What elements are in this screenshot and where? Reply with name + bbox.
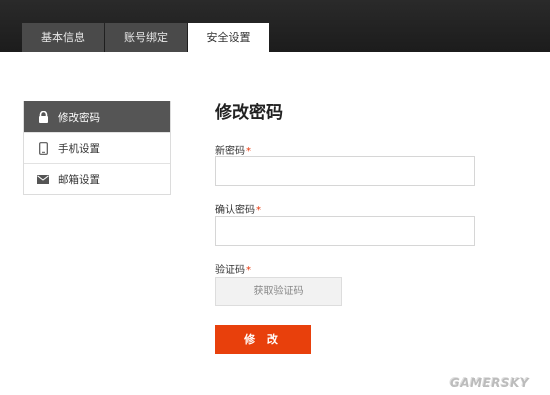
sidebar-item-change-password[interactable]: 修改密码 (24, 101, 170, 132)
phone-icon (36, 141, 50, 155)
confirm-password-label: 确认密码* (215, 201, 261, 216)
tab-bar: 基本信息 账号绑定 安全设置 (22, 23, 269, 52)
submit-button[interactable]: 修 改 (215, 325, 311, 354)
captcha-label: 验证码* (215, 261, 251, 276)
required-mark: * (256, 205, 261, 216)
sidebar-item-email-settings[interactable]: 邮箱设置 (24, 163, 170, 194)
tab-security-settings[interactable]: 安全设置 (188, 23, 269, 52)
required-mark: * (246, 265, 251, 276)
top-nav-bar: 基本信息 账号绑定 安全设置 (0, 0, 550, 52)
confirm-password-input[interactable] (215, 216, 475, 246)
label-text: 验证码 (215, 265, 245, 276)
new-password-input[interactable] (215, 156, 475, 186)
lock-icon (36, 110, 50, 124)
page-title: 修改密码 (215, 103, 283, 123)
mail-icon (36, 172, 50, 186)
watermark: GAMERSKY (450, 376, 530, 390)
get-verification-code-button[interactable]: 获取验证码 (215, 277, 342, 306)
sidebar-item-label: 修改密码 (58, 111, 100, 124)
sidebar-item-label: 邮箱设置 (58, 173, 100, 186)
tab-account-binding[interactable]: 账号绑定 (105, 23, 187, 52)
sidebar-menu: 修改密码 手机设置 邮箱设置 (23, 101, 171, 195)
tab-basic-info[interactable]: 基本信息 (22, 23, 104, 52)
label-text: 确认密码 (215, 205, 255, 216)
sidebar-item-label: 手机设置 (58, 142, 100, 155)
sidebar-item-phone-settings[interactable]: 手机设置 (24, 132, 170, 163)
new-password-label: 新密码* (215, 142, 251, 157)
